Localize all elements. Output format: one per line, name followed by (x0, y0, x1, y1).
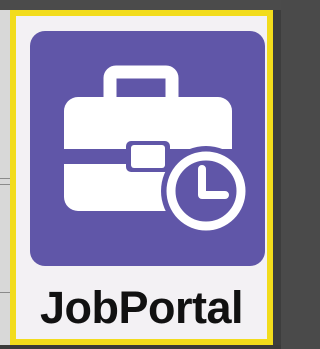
app-tile-jobportal[interactable]: JobPortal (10, 10, 273, 345)
app-name-label: JobPortal (39, 282, 244, 333)
background-bottom-strip (0, 345, 281, 349)
app-icon-tile[interactable] (30, 31, 265, 266)
desktop-area: JobPortal (0, 0, 281, 349)
briefcase-clock-icon (64, 65, 251, 236)
background-right-strip (273, 10, 281, 349)
background-left-strip (0, 10, 10, 349)
background-top-strip (0, 0, 281, 10)
